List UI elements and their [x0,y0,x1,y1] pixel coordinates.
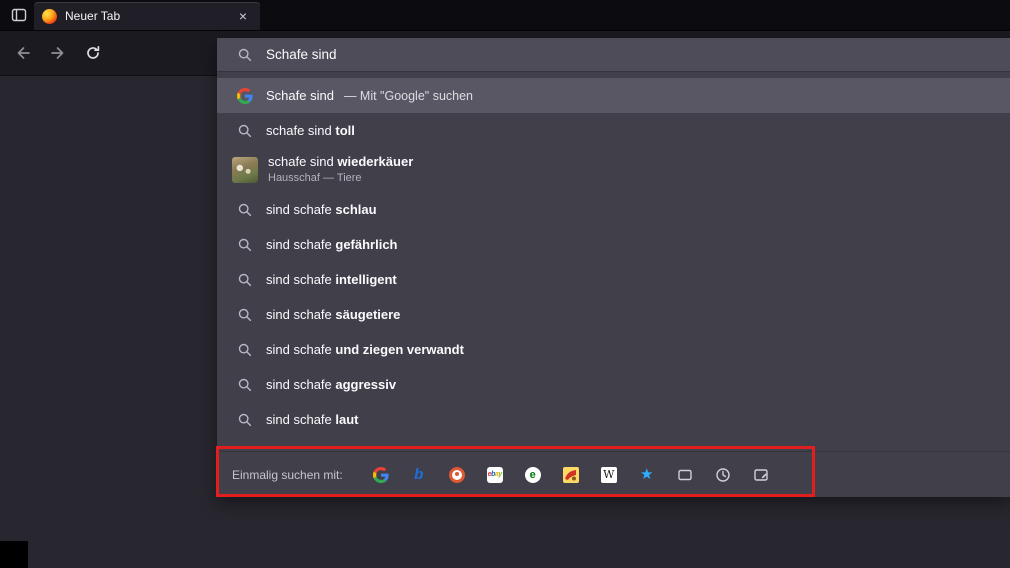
tabs-icon [677,467,693,483]
tab-close-icon[interactable]: × [234,7,252,25]
suggestion-text: sind schafe säugetiere [266,307,400,322]
reload-button[interactable] [80,40,106,66]
suggestion-text: sind schafe gefährlich [266,237,398,252]
oneoff-ecosia-button[interactable]: e [519,461,547,489]
wikipedia-icon: W [601,467,617,483]
bookmarks-star-icon: ★ [640,467,653,482]
bing-icon: b [414,467,423,482]
suggestion-text: sind schafe aggressiv [266,377,396,392]
urlbar-query-text: Schafe sind [266,47,337,62]
forward-arrow-icon [50,45,66,61]
firefox-icon [42,9,57,24]
firefox-view-button[interactable] [7,4,31,26]
suggestion-text: sind schafe laut [266,412,359,427]
search-icon [237,342,253,358]
tab-bar: Neuer Tab × [0,0,1010,31]
oneoff-duckduckgo-button[interactable] [443,461,471,489]
suggestion-text: schafe sind toll [266,123,355,138]
oneoff-bing-button[interactable]: b [405,461,433,489]
oneoff-search-bar: Einmalig suchen mit: b eb [217,451,1010,497]
duckduckgo-icon [449,467,465,483]
suggestion-row[interactable]: sind schafe intelligent [217,262,1010,297]
tab-title: Neuer Tab [65,9,234,23]
suggestion-row-google[interactable]: Schafe sind— Mit "Google" suchen [217,78,1010,113]
suggestion-row-rich[interactable]: schafe sind wiederkäuer Hausschaf — Tier… [217,148,1010,192]
back-arrow-icon [15,45,31,61]
oneoff-wikipedia-button[interactable]: W [595,461,623,489]
oneoff-bookmarks-button[interactable]: ★ [633,461,661,489]
urlbar-input[interactable]: Schafe sind [217,38,1010,72]
search-icon [237,272,253,288]
tab-neuer-tab[interactable]: Neuer Tab × [34,2,260,30]
oneoff-quick-actions-button[interactable] [747,461,775,489]
forward-button[interactable] [45,40,71,66]
quick-actions-icon [753,467,769,483]
suggestion-row[interactable]: schafe sind toll [217,113,1010,148]
leo-icon [563,467,579,483]
search-icon [237,237,253,253]
result-subtitle: Hausschaf — Tiere [268,171,413,185]
oneoff-leo-button[interactable] [557,461,585,489]
oneoff-buttons: b ebay e W ★ [367,461,775,489]
oneoff-ebay-button[interactable]: ebay [481,461,509,489]
firefox-view-icon [11,7,27,23]
ebay-icon: ebay [487,467,503,483]
search-icon [237,412,253,428]
suggestion-row[interactable]: sind schafe laut [217,402,1010,437]
suggestion-row[interactable]: sind schafe und ziegen verwandt [217,332,1010,367]
google-icon [237,88,253,104]
suggestion-text: sind schafe intelligent [266,272,397,287]
search-icon [237,47,253,63]
urlbar-results-panel: Schafe sind Schafe sind— Mit "Google" su… [217,38,1010,497]
search-icon [237,377,253,393]
google-icon [373,467,389,483]
suggestion-row[interactable]: sind schafe aggressiv [217,367,1010,402]
reload-icon [85,45,101,61]
suggestion-text: schafe sind wiederkäuer Hausschaf — Tier… [268,154,413,185]
suggestion-row[interactable]: sind schafe gefährlich [217,227,1010,262]
oneoff-history-button[interactable] [709,461,737,489]
oneoff-tabs-button[interactable] [671,461,699,489]
search-action-text: — Mit "Google" suchen [344,89,473,103]
suggestion-text: sind schafe schlau [266,202,377,217]
search-icon [237,202,253,218]
bottom-left-artifact [0,541,28,568]
ecosia-icon: e [525,467,541,483]
history-clock-icon [715,467,731,483]
search-icon [237,123,253,139]
oneoff-label: Einmalig suchen mit: [232,468,343,482]
oneoff-google-button[interactable] [367,461,395,489]
search-icon [237,307,253,323]
suggestion-row[interactable]: sind schafe schlau [217,192,1010,227]
suggestion-text: sind schafe und ziegen verwandt [266,342,464,357]
suggestion-row[interactable]: sind schafe säugetiere [217,297,1010,332]
suggestion-text: Schafe sind— Mit "Google" suchen [266,88,473,103]
back-button[interactable] [10,40,36,66]
result-thumbnail [232,157,258,183]
suggestion-list: Schafe sind— Mit "Google" suchen schafe … [217,72,1010,437]
